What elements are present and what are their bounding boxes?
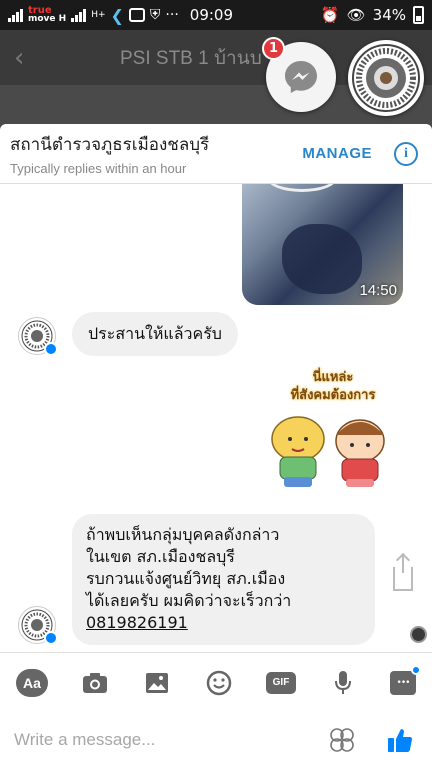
new-indicator-dot [411, 664, 421, 675]
notification-icon [128, 8, 145, 22]
sticker-message[interactable]: นี่แหล่ะ ที่สังคมต้องการ [268, 369, 398, 499]
info-icon[interactable]: i [394, 141, 418, 166]
message-line: ในเขต สภ.เมืองชลบุรี [86, 547, 235, 566]
carrier-label: true move H [28, 6, 66, 24]
thumbs-up-icon[interactable] [386, 726, 414, 754]
signal-icon-2 [71, 8, 87, 22]
message-line: ถ้าพบเห็นกลุ่มบุคคลดังกล่าว [86, 525, 280, 544]
signal-icon [8, 8, 23, 22]
more-options-label: ••• [396, 677, 411, 688]
chat-thread[interactable]: 14:50 ประสานให้แล้วครับ นี่แหล่ะ ที่สังค… [0, 184, 432, 652]
video-duration: 14:50 [359, 282, 397, 299]
status-bar: true move H H+ ❮ ⛨ ··· 09:09 ⏰ 👁 34% [0, 0, 432, 30]
page-chat-head[interactable] [348, 40, 424, 116]
back-arrow-icon[interactable]: ‹ [14, 43, 44, 73]
seen-indicator-icon [410, 626, 427, 643]
message-composer [0, 712, 432, 768]
page-info-popover: สถานีตำรวจภูธรเมืองชลบุรี Typically repl… [0, 124, 432, 184]
status-left: true move H H+ ❮ ⛨ ··· 09:09 [8, 6, 233, 25]
share-icon[interactable] [393, 555, 413, 591]
battery-icon [413, 6, 424, 24]
shield-icon: ⛨ [149, 7, 161, 23]
messenger-icon [285, 61, 317, 93]
response-time: Typically replies within an hour [10, 161, 187, 176]
message-bubble[interactable]: ถ้าพบเห็นกลุ่มบุคคลดังกล่าว ในเขต สภ.เมื… [72, 514, 375, 645]
police-seal-icon [352, 44, 420, 112]
page-info-text: สถานีตำรวจภูธรเมืองชลบุรี Typically repl… [10, 131, 209, 176]
microphone-icon[interactable] [328, 668, 358, 698]
video-message[interactable]: 14:50 [242, 184, 403, 305]
sticker-characters-icon [271, 416, 385, 487]
network-type: H+ [91, 10, 106, 20]
more-options-button[interactable]: ••• [390, 664, 421, 695]
sticker-emoji-icon[interactable] [328, 726, 356, 754]
camera-icon[interactable] [80, 668, 110, 698]
sender-avatar[interactable] [18, 606, 58, 645]
unread-badge: 1 [262, 37, 285, 60]
thread-title: PSI STB 1 บ้านบ [120, 47, 262, 69]
dtac-icon: ❮ [110, 5, 124, 25]
text-size-button[interactable]: Aa [16, 668, 48, 697]
composer-toolbar: Aa GIF ••• [0, 652, 432, 712]
gif-button[interactable]: GIF [266, 671, 296, 694]
video-thumbnail-subject [282, 224, 362, 294]
gallery-icon[interactable] [142, 668, 172, 698]
page-name: สถานีตำรวจภูธรเมืองชลบุรี [10, 135, 210, 154]
alarm-icon: ⏰ [320, 6, 340, 24]
clock: 09:09 [189, 6, 234, 24]
sender-avatar[interactable] [18, 317, 58, 356]
battery-percent: 34% [372, 6, 406, 24]
eye-icon: 👁 [346, 6, 366, 24]
manage-button[interactable]: MANAGE [302, 145, 372, 162]
more-notifications-icon: ··· [165, 7, 179, 23]
message-line: ได้เลยครับ ผมคิดว่าจะเร็วกว่า [86, 591, 292, 610]
messenger-badge-icon [44, 342, 58, 356]
message-line: รบกวนแจ้งศูนย์วิทยุ สภ.เมือง [86, 569, 286, 588]
video-thumbnail-detail [267, 184, 337, 192]
message-bubble[interactable]: ประสานให้แล้วครับ [72, 312, 238, 356]
carrier-line2: move H [28, 14, 67, 24]
phone-link[interactable]: 0819826191 [86, 612, 361, 634]
status-right: ⏰ 👁 34% [321, 6, 424, 24]
message-input[interactable] [14, 730, 328, 750]
messenger-badge-icon [44, 631, 58, 645]
emoji-icon[interactable] [204, 668, 234, 698]
